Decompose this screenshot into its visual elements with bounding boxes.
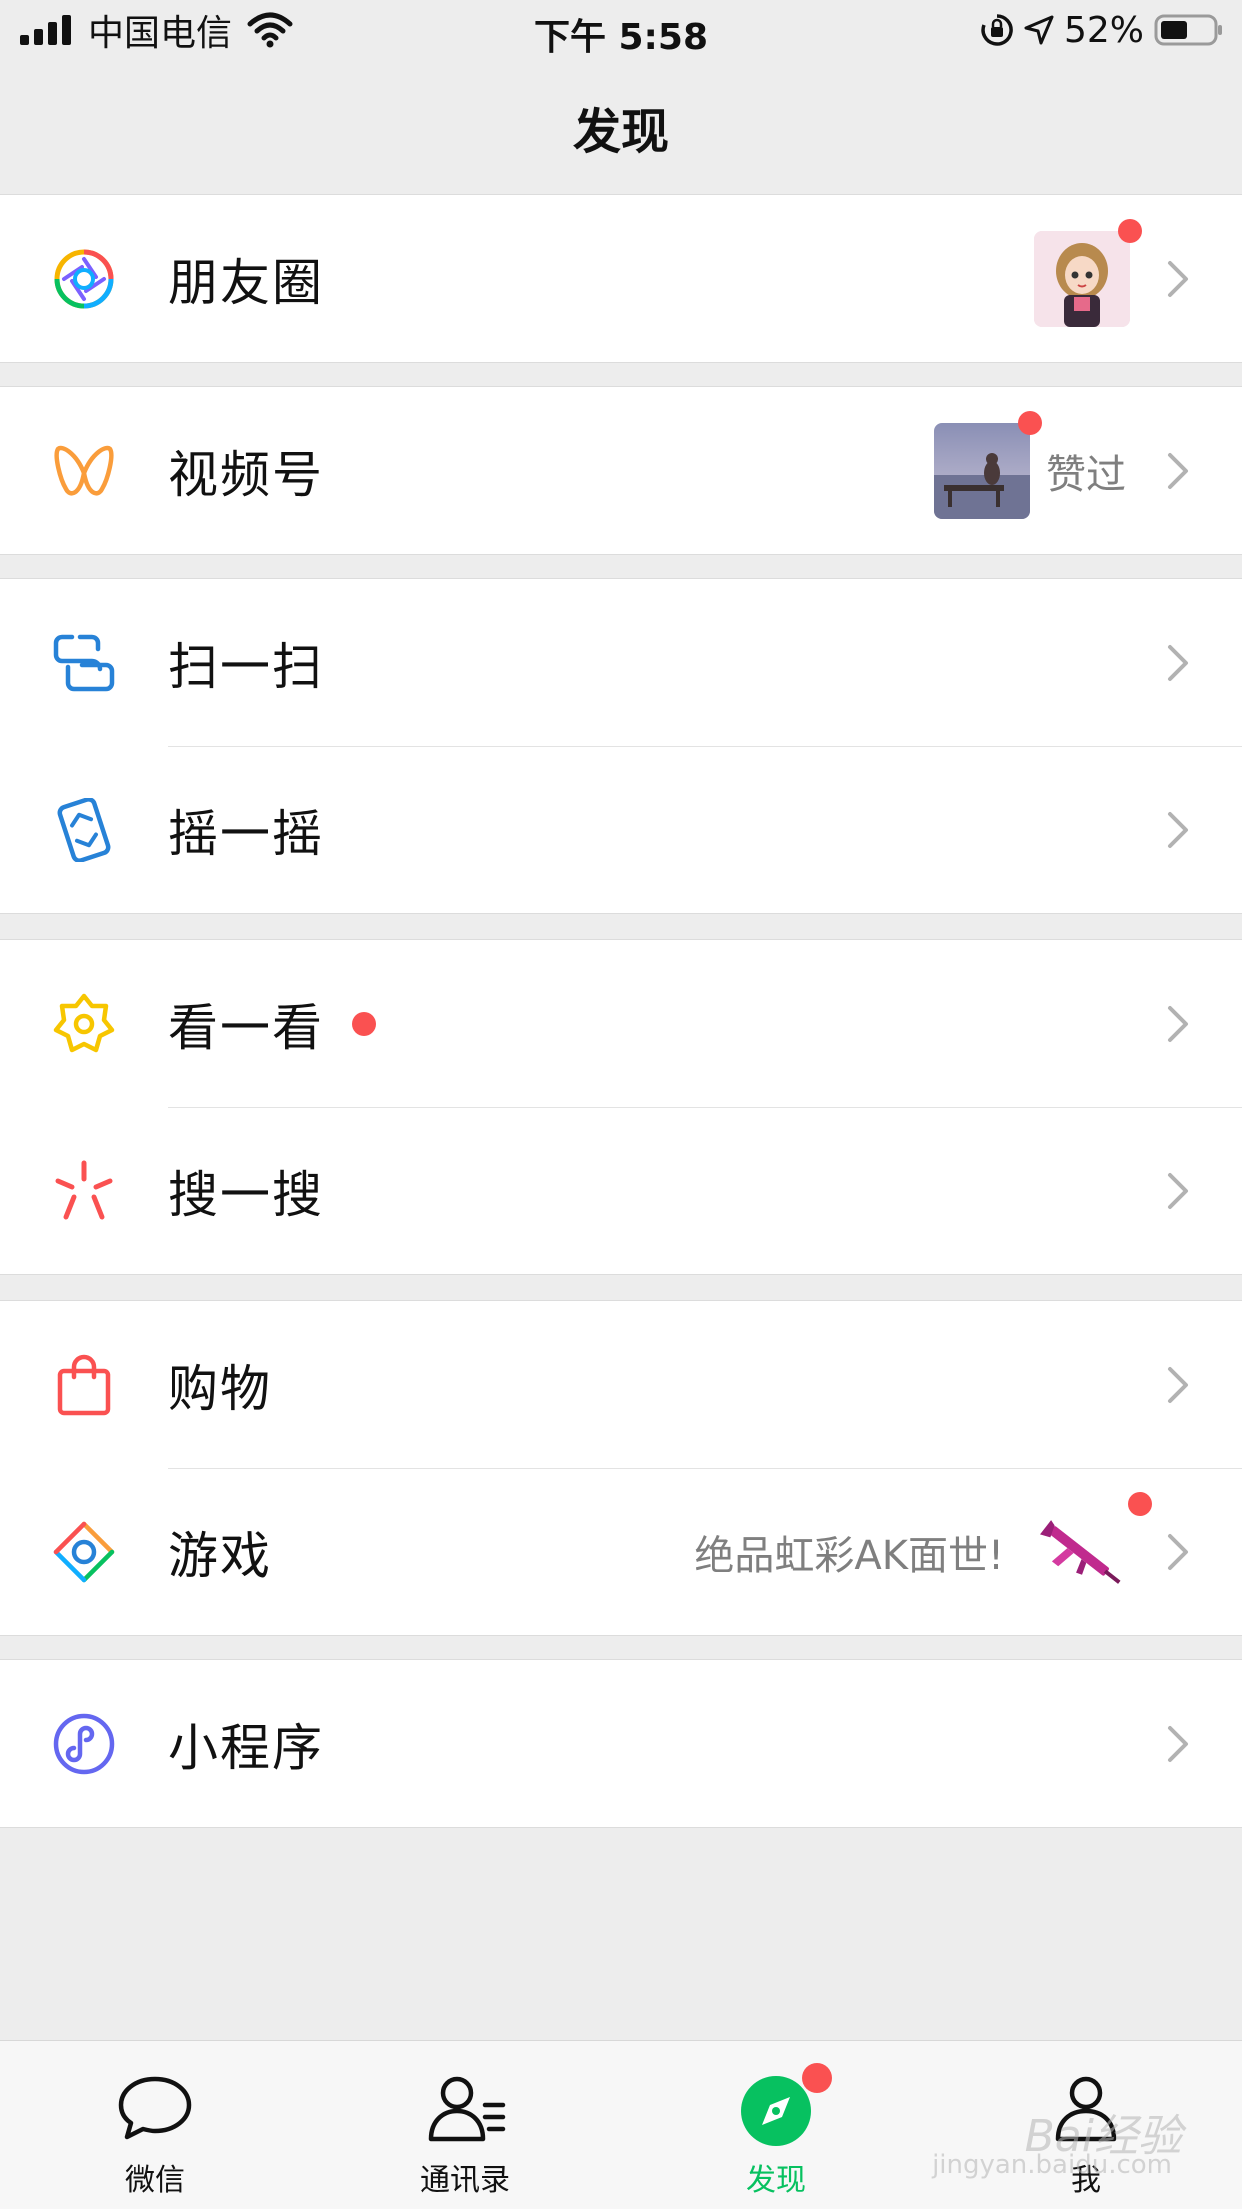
list-item-top-stories[interactable]: 看一看 (0, 940, 1242, 1107)
group-channels: 视频号 赞过 (0, 386, 1242, 555)
tab-contacts-label: 通讯录 (420, 2163, 510, 2198)
group-moments: 朋友圈 (0, 194, 1242, 363)
status-right: 52% (980, 8, 1224, 52)
tab-discover[interactable]: 发现 (676, 2041, 876, 2209)
games-diamond-icon (53, 1521, 115, 1583)
list-item-mini-programs[interactable]: 小程序 (0, 1660, 1242, 1827)
top-stories-new-dot (352, 1012, 376, 1036)
channels-butterfly-icon (54, 445, 114, 496)
shake-icon (57, 798, 111, 862)
group-scan-shake: 扫一扫 摇一摇 (0, 578, 1242, 914)
page-title: 发现 (572, 104, 669, 160)
avatar-illustration (1034, 230, 1130, 327)
contacts-icon (428, 2076, 506, 2142)
games-new-badge (1128, 1492, 1152, 1516)
list-item-shake[interactable]: 摇一摇 (0, 746, 1242, 913)
games-label: 游戏 (168, 1526, 272, 1585)
channels-subtext: 赞过 (1046, 451, 1126, 498)
moments-new-badge (1118, 219, 1142, 243)
rifle-image (1040, 1520, 1121, 1584)
group-mini-programs: 小程序 (0, 1659, 1242, 1828)
tab-discover-label: 发现 (746, 2163, 806, 2198)
list-item-channels[interactable]: 视频号 赞过 (0, 387, 1242, 554)
watermark-url: jingyan.baidu.com (932, 2150, 1172, 2180)
list-item-games[interactable]: 游戏 绝品虹彩AK面世! (0, 1468, 1242, 1635)
channels-label: 视频号 (168, 445, 324, 504)
chevron-right-icon (1168, 1725, 1188, 1762)
chevron-right-icon (1168, 1533, 1188, 1570)
chevron-right-icon (1168, 260, 1188, 297)
top-stories-icon (53, 993, 115, 1053)
mini-program-icon (53, 1713, 115, 1775)
battery-percent: 52% (1063, 9, 1144, 51)
top-stories-label: 看一看 (168, 998, 324, 1057)
mini-programs-label: 小程序 (168, 1718, 324, 1777)
moments-shutter-icon (54, 249, 114, 309)
group-shopping-games: 购物 游戏 绝品虹彩AK面世! (0, 1300, 1242, 1636)
channels-new-badge (1018, 411, 1042, 435)
group-topstories-search: 看一看 搜一搜 (0, 939, 1242, 1275)
tab-discover-badge (802, 2063, 832, 2093)
chevron-right-icon (1168, 644, 1188, 681)
list-item-moments[interactable]: 朋友圈 (0, 195, 1242, 362)
chevron-right-icon (1168, 811, 1188, 848)
chevron-right-icon (1168, 452, 1188, 489)
scan-label: 扫一扫 (168, 637, 324, 696)
list-item-scan[interactable]: 扫一扫 (0, 579, 1242, 746)
moments-label: 朋友圈 (168, 253, 324, 312)
shake-label: 摇一摇 (168, 804, 324, 863)
chevron-right-icon (1168, 1366, 1188, 1403)
channels-latest-thumbnail (934, 422, 1030, 519)
chat-bubble-icon (118, 2076, 192, 2140)
search-spark-icon (55, 1160, 113, 1220)
battery-icon (1154, 14, 1222, 46)
shopping-label: 购物 (168, 1359, 272, 1418)
chevron-right-icon (1168, 1005, 1188, 1042)
tab-chats[interactable]: 微信 (55, 2041, 255, 2209)
chevron-right-icon (1168, 1172, 1188, 1209)
status-bar: 中国电信 下午 5:58 52% (0, 0, 1242, 60)
games-subtext: 绝品虹彩AK面世! (694, 1532, 1004, 1579)
lake-photo (934, 422, 1030, 519)
moments-latest-thumbnail (1034, 230, 1130, 327)
list-item-shopping[interactable]: 购物 (0, 1301, 1242, 1468)
tab-contacts[interactable]: 通讯录 (365, 2041, 565, 2209)
location-arrow-icon (1024, 15, 1054, 45)
tab-chats-label: 微信 (125, 2163, 185, 2198)
search-label: 搜一搜 (168, 1165, 324, 1224)
rotation-lock-icon (981, 14, 1013, 46)
list-item-search[interactable]: 搜一搜 (0, 1107, 1242, 1274)
shopping-bag-icon (57, 1354, 111, 1416)
scan-icon (53, 634, 115, 692)
